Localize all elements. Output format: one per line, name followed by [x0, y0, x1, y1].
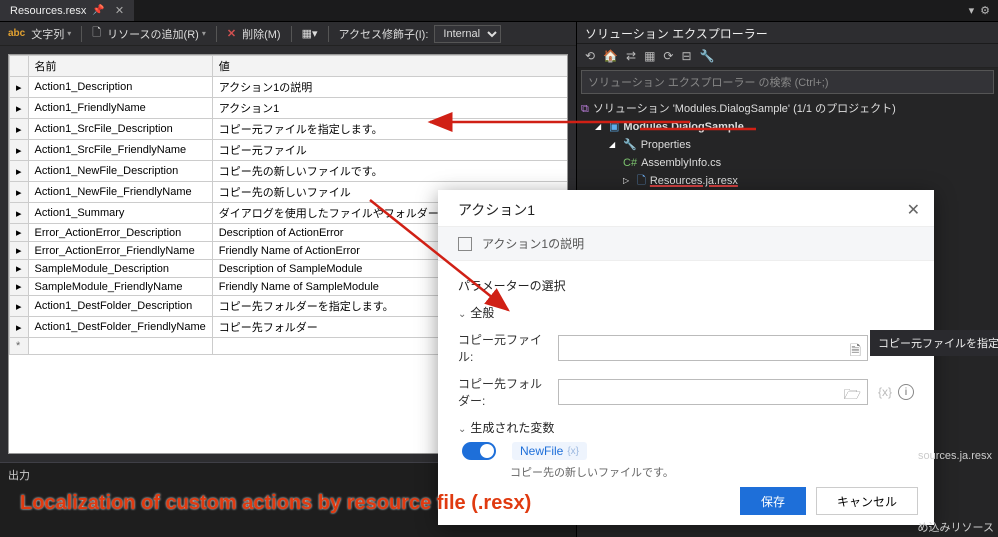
props-icon[interactable]: 🔧: [700, 49, 715, 63]
access-mod-label: アクセス修飾子(I):: [339, 26, 429, 42]
home-icon[interactable]: ⟲: [585, 49, 595, 63]
action-dialog: アクション1 ✕ アクション1の説明 パラメーターの選択 ⌄ 全般 コピー元ファイ…: [438, 190, 934, 525]
tooltip: コピー元ファイルを指定します。: [870, 330, 998, 356]
strings-dropdown[interactable]: 文字列: [31, 26, 71, 42]
collapse-icon[interactable]: ⊟: [681, 49, 691, 63]
table-row[interactable]: ▸Action1_NewFile_Descriptionコピー先の新しいファイル…: [10, 161, 569, 182]
tree-solution[interactable]: ⧉ソリューション 'Modules.DialogSample' (1/1 のプロ…: [581, 100, 994, 118]
tab-title: Resources.resx: [10, 5, 86, 17]
src-label: コピー元ファイル:: [458, 331, 548, 365]
cancel-button[interactable]: キャンセル: [816, 487, 918, 515]
tree-assemblyinfo[interactable]: C#AssemblyInfo.cs: [581, 154, 994, 172]
dialog-title: アクション1: [458, 200, 535, 220]
dialog-close-icon[interactable]: ✕: [907, 200, 920, 220]
tree-properties[interactable]: ◢🔧Properties: [581, 136, 994, 154]
module-icon: [458, 237, 472, 251]
tab-strip: Resources.resx 📌 ✕ ▾ ⚙: [0, 0, 998, 22]
dst-label: コピー先フォルダー:: [458, 375, 548, 409]
chevron-down-icon[interactable]: ⌄: [458, 424, 466, 435]
gear-icon[interactable]: ⚙: [980, 4, 990, 17]
table-row[interactable]: ▸Action1_Descriptionアクション1の説明: [10, 77, 569, 98]
save-button[interactable]: 保存: [740, 487, 806, 515]
section-genvars[interactable]: 生成された変数: [470, 421, 554, 435]
var-icon[interactable]: {x}: [878, 385, 892, 399]
section-general[interactable]: 全般: [470, 306, 494, 320]
table-row[interactable]: ▸Action1_FriendlyNameアクション1: [10, 98, 569, 119]
props-fragment: め込みリソース: [918, 519, 994, 535]
caption: Localization of custom actions by resour…: [20, 492, 531, 515]
folder-picker-icon[interactable]: 🗁: [844, 384, 861, 408]
home2-icon[interactable]: 🏠: [603, 49, 618, 63]
showall-icon[interactable]: ▦: [644, 49, 655, 63]
col-name[interactable]: 名前: [28, 56, 212, 77]
resource-toolbar: abc 文字列 🗋 リソースの追加(R) ✕ 削除(M) ▦▾ アクセス修飾子(…: [0, 22, 576, 46]
src-input[interactable]: 🗎: [558, 335, 868, 361]
variable-chip[interactable]: NewFile{x}: [512, 442, 587, 460]
tree-resources-ja[interactable]: ▷🗋Resources.ja.resx: [581, 172, 994, 190]
add-resource-icon: 🗋: [92, 24, 101, 43]
tree-project[interactable]: ◢▣Modules.DialogSample: [581, 118, 994, 136]
chip-var-icon: {x}: [567, 446, 579, 457]
document-tab[interactable]: Resources.resx 📌 ✕: [0, 0, 134, 21]
strings-icon: abc: [8, 28, 25, 39]
param-select-heading: パラメーターの選択: [458, 277, 914, 294]
table-row[interactable]: ▸Action1_SrcFile_FriendlyNameコピー元ファイル: [10, 140, 569, 161]
dst-input[interactable]: 🗁: [558, 379, 868, 405]
solution-explorer-title: ソリューション エクスプローラー: [577, 22, 998, 44]
file-picker-icon[interactable]: 🗎: [850, 340, 861, 364]
delete-icon: ✕: [227, 27, 236, 40]
views-icon[interactable]: ▦▾: [302, 27, 318, 40]
col-value[interactable]: 値: [212, 56, 568, 77]
solution-explorer-search[interactable]: ソリューション エクスプローラー の検索 (Ctrl+;): [581, 70, 994, 94]
sync-icon[interactable]: ⇄: [626, 49, 636, 63]
pin-icon[interactable]: 📌: [92, 5, 104, 16]
output-title: 出力: [8, 470, 30, 482]
props-fragment2: sources.ja.resx: [918, 450, 992, 462]
dialog-subtitle: アクション1の説明: [482, 235, 584, 252]
access-mod-select[interactable]: Internal: [434, 25, 501, 43]
delete-button[interactable]: 削除(M): [242, 26, 281, 42]
chevron-down-icon[interactable]: ⌄: [458, 309, 466, 320]
preview-icon[interactable]: ▾: [969, 4, 975, 17]
genvars-toggle[interactable]: [462, 442, 496, 460]
info-icon[interactable]: i: [898, 384, 914, 400]
table-row[interactable]: ▸Action1_SrcFile_Descriptionコピー元ファイルを指定し…: [10, 119, 569, 140]
variable-desc: コピー先の新しいファイルです。: [510, 464, 914, 477]
close-icon[interactable]: ✕: [115, 4, 124, 17]
add-resource-dropdown[interactable]: リソースの追加(R): [107, 26, 206, 42]
refresh-icon[interactable]: ⟳: [663, 49, 673, 63]
solution-explorer-toolbar: ⟲ 🏠 ⇄ ▦ ⟳ ⊟ 🔧: [577, 44, 998, 68]
